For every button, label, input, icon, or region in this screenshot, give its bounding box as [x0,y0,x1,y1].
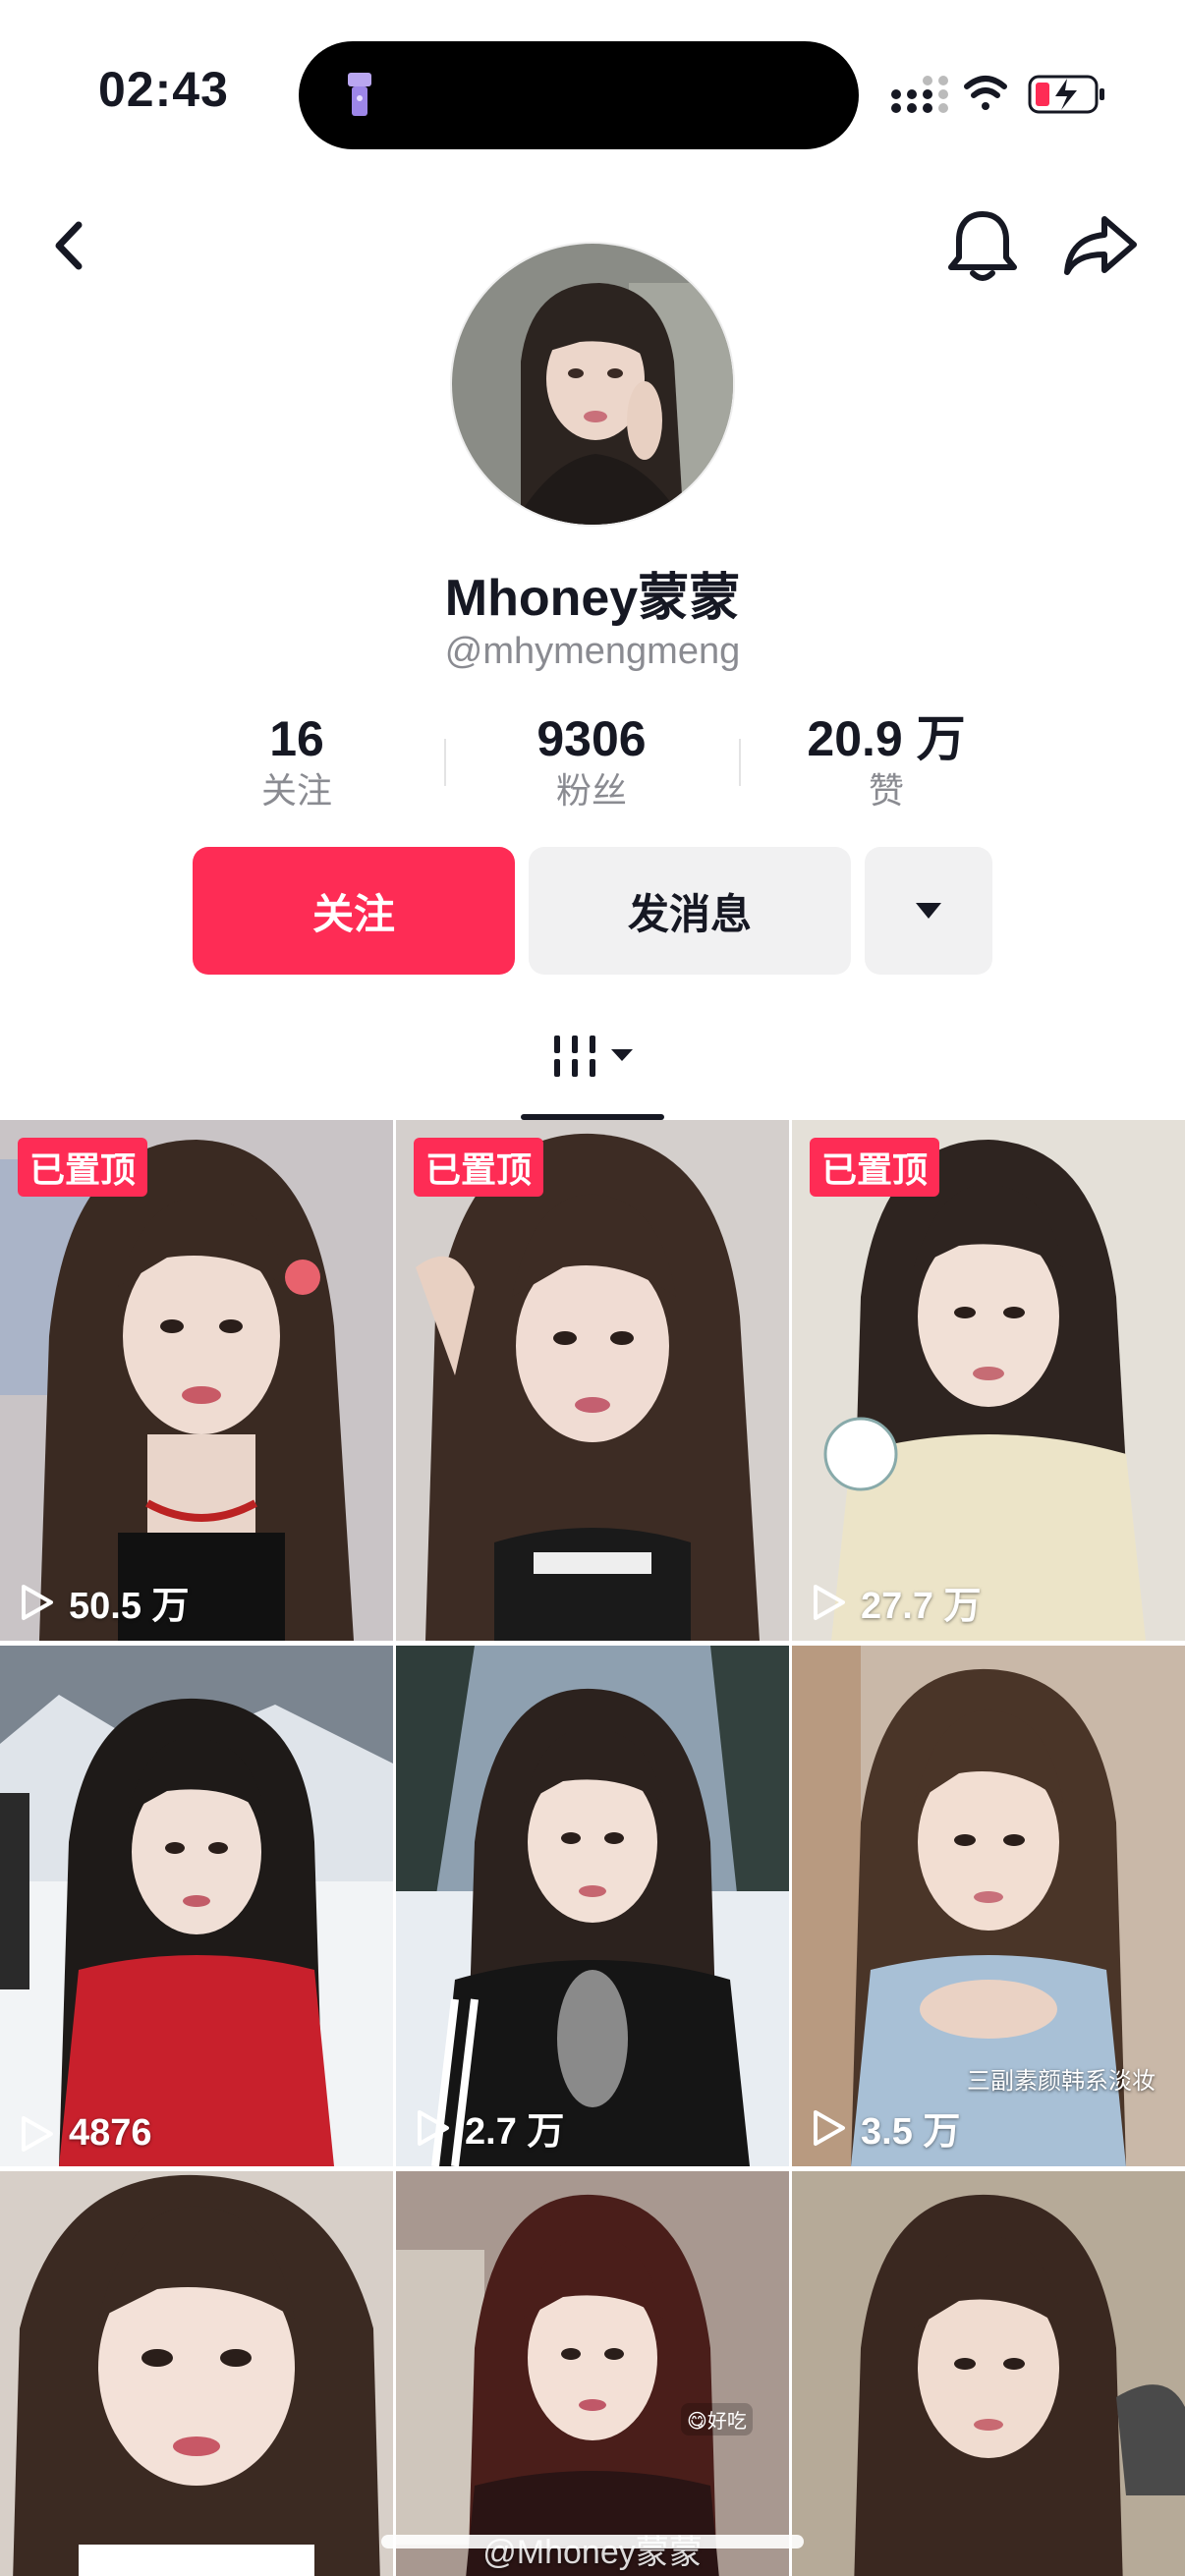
avatar[interactable] [450,242,735,527]
video-thumbnail[interactable]: 4876 [0,1646,393,2166]
view-count: 2.7 万 [414,2100,564,2155]
thumbnail-image [396,1120,789,1641]
video-thumbnail[interactable]: 三副素颜韩系淡妆 3.5 万 [792,1646,1185,2166]
view-count-text: 2.7 万 [465,2111,565,2153]
stat-label: 赞 [868,770,904,811]
stat-divider [739,739,741,786]
video-thumbnail[interactable]: 已置顶 50.5 万 [0,1120,393,1641]
back-icon[interactable] [39,211,108,280]
play-icon [418,2109,449,2146]
thumbnail-image [0,1646,393,2166]
view-count-text: 27.7 万 [861,1586,982,1627]
watermark: @Mhoney蒙蒙 [482,2534,703,2571]
video-thumbnail[interactable] [792,2171,1185,2576]
video-grid-icon [554,1036,633,1077]
thumbnail-image [792,1120,1185,1641]
wifi-icon [964,76,1007,110]
message-button[interactable]: 发消息 [529,847,851,975]
video-thumbnail[interactable]: 😋好吃 [396,2171,789,2576]
view-count-text: 50.5 万 [69,1586,190,1627]
thumbnail-image [0,2171,393,2576]
profile-name: Mhoney蒙蒙 [444,570,741,627]
view-count: 4876 [18,2112,152,2155]
tab-videos[interactable] [521,1022,664,1120]
pinned-badge: 已置顶 [18,1138,148,1197]
profile-handle: @mhymengmeng [444,631,741,672]
play-icon [814,1584,845,1620]
play-icon [22,2115,53,2152]
play-icon [22,1584,53,1620]
view-count: 27.7 万 [810,1575,982,1629]
stat-value: 20.9 万 [807,711,966,766]
view-count-text: 4876 [69,2112,152,2154]
thumbnail-image [792,2171,1185,2576]
status-icons [891,75,1104,114]
stat-divider [444,739,446,786]
signal-icon [891,76,948,113]
video-thumbnail[interactable]: 2.7 万 [396,1646,789,2166]
play-icon [814,2109,845,2146]
view-count: 50.5 万 [18,1575,190,1629]
video-thumbnail[interactable]: 已置顶 27.7 万 [792,1120,1185,1641]
view-count-text: 3.5 万 [861,2111,961,2153]
share-icon[interactable] [1061,211,1140,280]
stat-following[interactable]: 16 关注 [169,709,424,813]
stat-followers[interactable]: 9306 粉丝 [464,709,719,813]
stat-value: 16 [269,711,324,766]
video-sticker: 😋好吃 [681,2403,753,2436]
video-thumbnail[interactable] [0,2171,393,2576]
pinned-badge: 已置顶 [810,1138,940,1197]
view-count: 3.5 万 [810,2100,960,2155]
stat-label: 关注 [260,770,332,811]
thumbnail-image [396,2171,789,2576]
thumbnail-image [396,1646,789,2166]
dynamic-island [299,41,859,149]
caret-down-icon [916,903,941,919]
home-indicator[interactable] [381,2535,804,2548]
more-options-button[interactable] [865,847,992,975]
thumbnail-image [0,1120,393,1641]
stat-value: 9306 [536,711,647,766]
stat-likes[interactable]: 20.9 万 赞 [759,709,1014,813]
stat-label: 粉丝 [555,770,627,811]
video-thumbnail[interactable]: 已置顶 [396,1120,789,1641]
battery-icon [1028,75,1104,114]
status-time: 02:43 [98,62,229,117]
flashlight-icon [348,73,371,116]
pinned-badge: 已置顶 [414,1138,544,1197]
video-caption: 三副素颜韩系淡妆 [967,2068,1156,2095]
follow-button[interactable]: 关注 [193,847,515,975]
notification-bell-icon[interactable] [945,206,1020,285]
